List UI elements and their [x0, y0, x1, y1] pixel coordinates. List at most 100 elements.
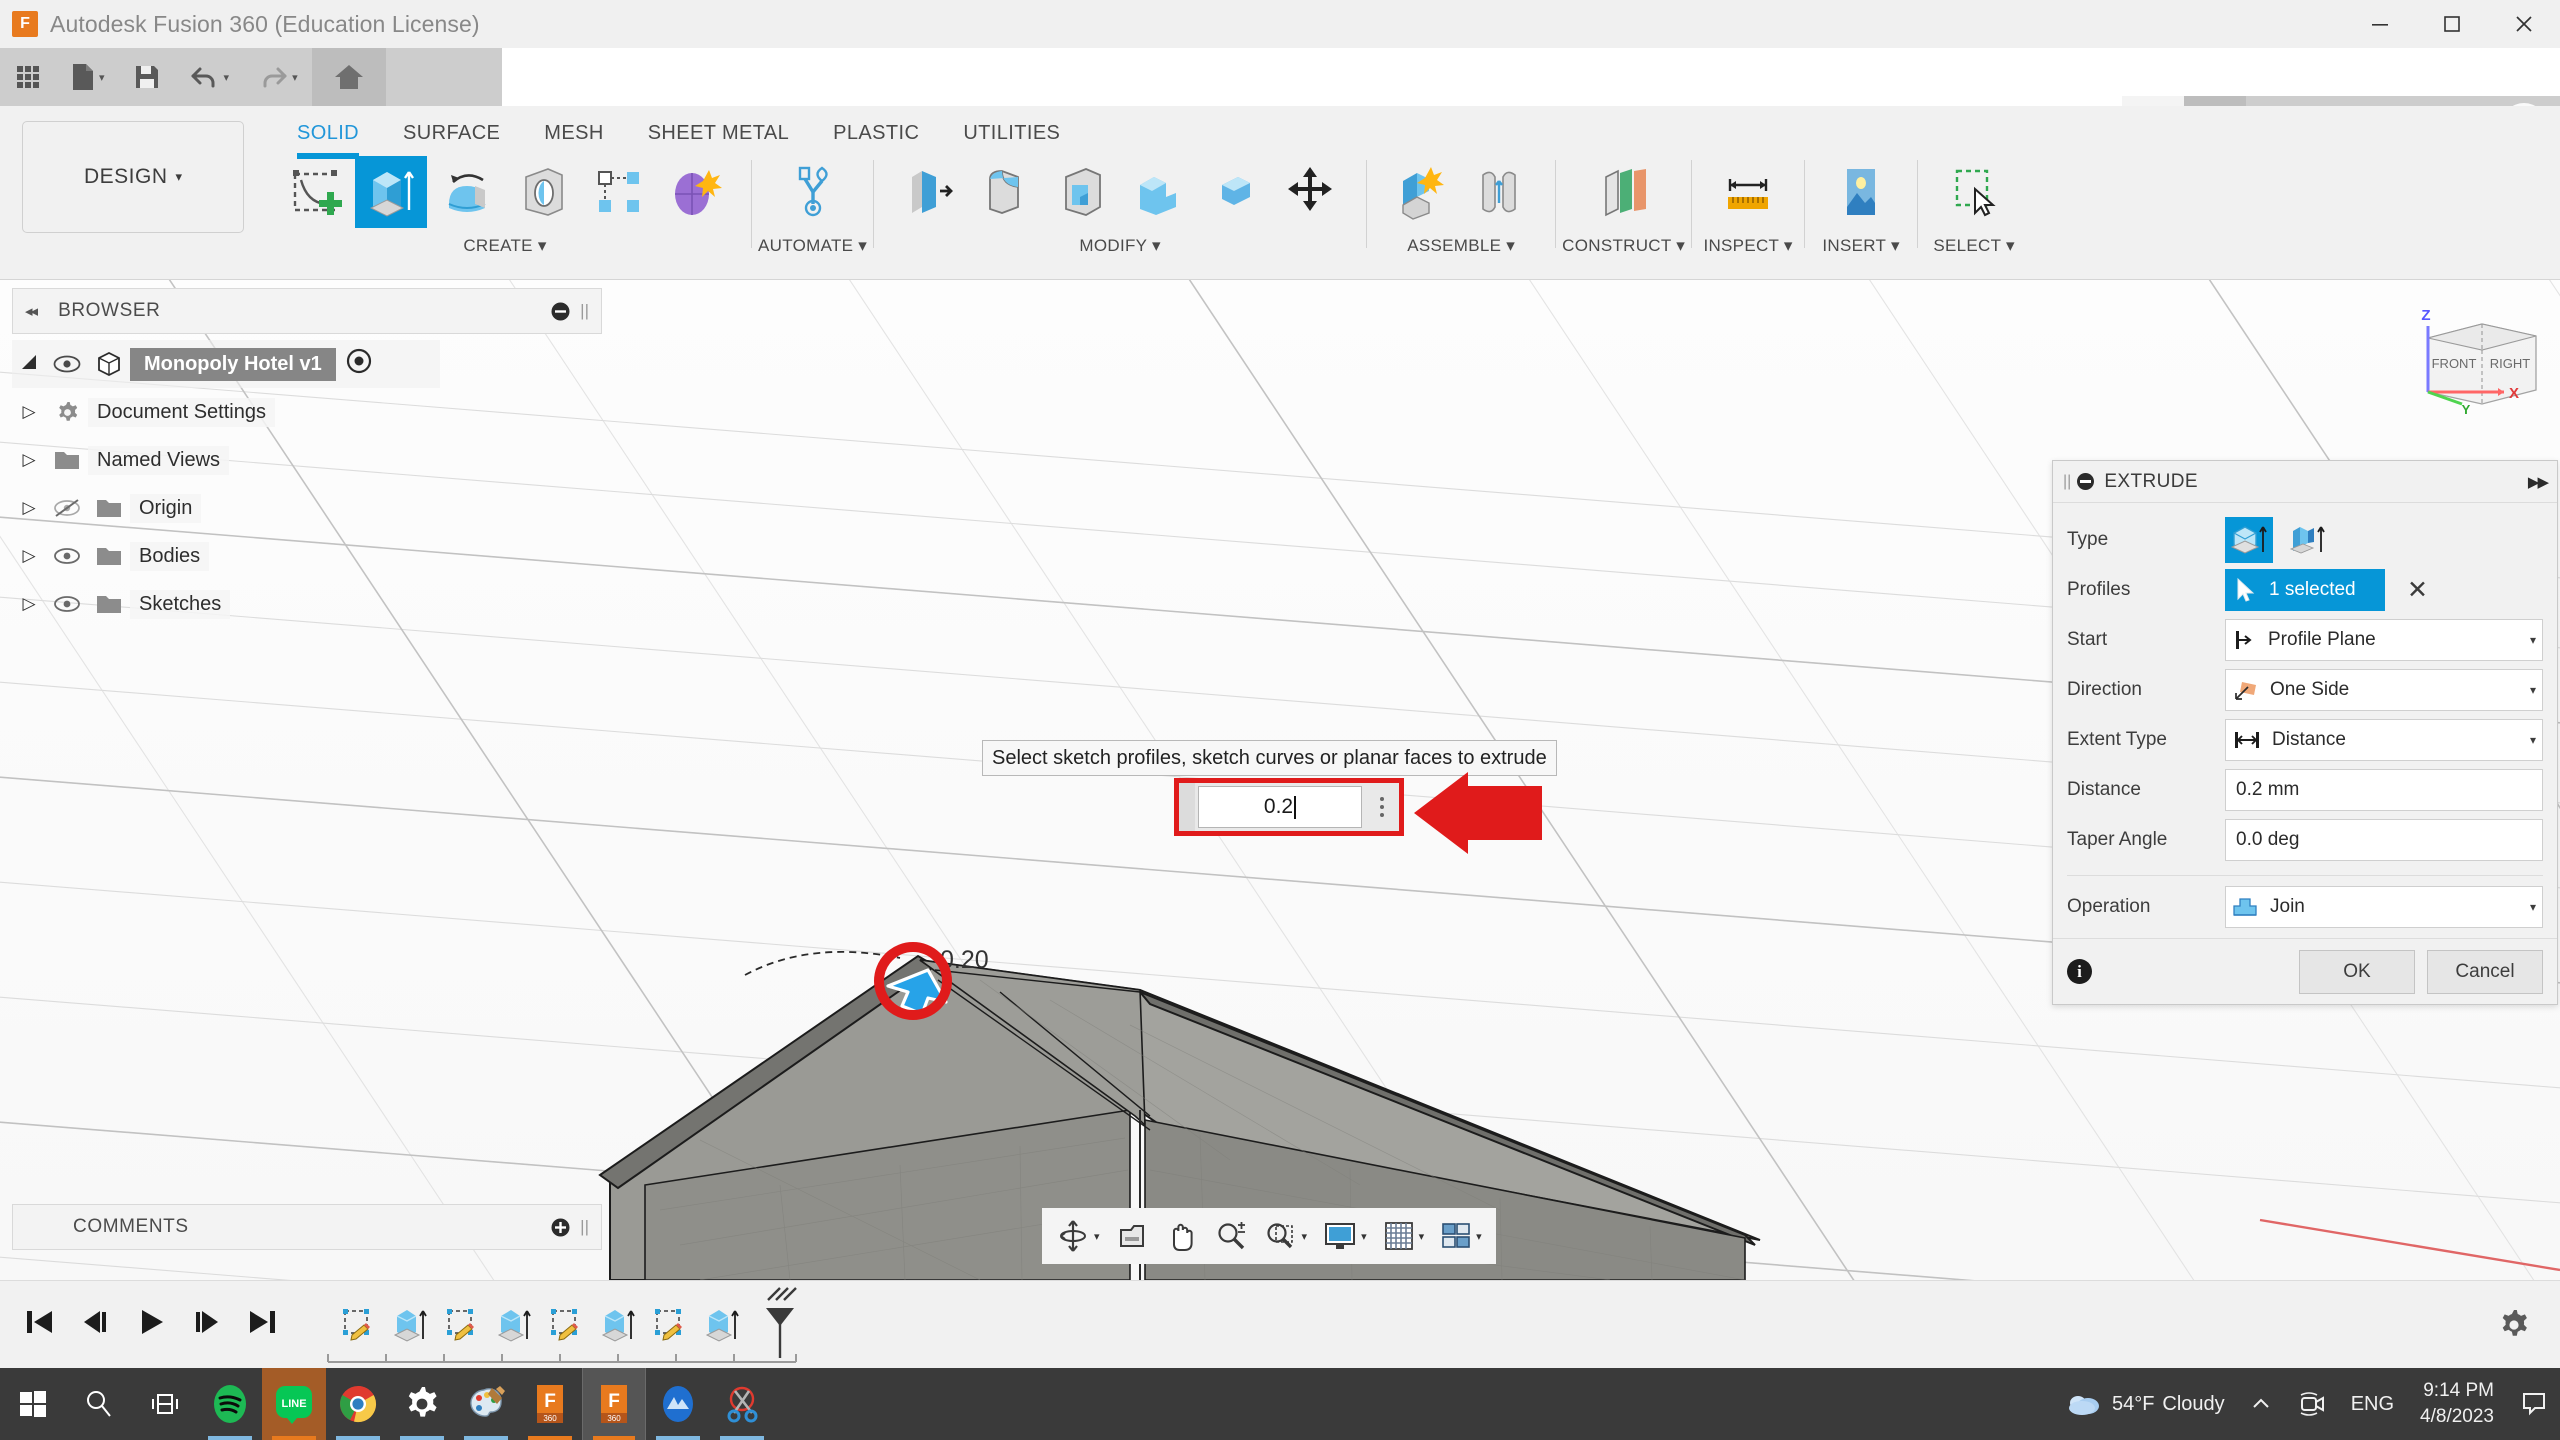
panel-select-label[interactable]: SELECT ▾ — [1933, 236, 2014, 256]
extent-type-dropdown[interactable]: Distance ▾ — [2225, 719, 2543, 761]
paint-icon[interactable] — [454, 1368, 518, 1440]
display-settings-button[interactable]: ▾ — [1315, 1208, 1375, 1264]
browser-resize-grip[interactable]: || — [580, 301, 589, 321]
tab-plastic[interactable]: PLASTIC — [811, 114, 941, 159]
expand-arrow-icon[interactable]: ▷ — [12, 402, 46, 422]
blue-app-icon[interactable] — [646, 1368, 710, 1440]
zoom-button[interactable] — [1206, 1208, 1256, 1264]
ok-button[interactable]: OK — [2299, 949, 2415, 994]
action-center-icon[interactable] — [2508, 1368, 2560, 1440]
visibility-eye-icon[interactable] — [46, 355, 88, 373]
undo-button[interactable]: ▾ — [175, 48, 244, 106]
step-back-icon[interactable] — [78, 1305, 112, 1344]
distance-field[interactable]: 0.2 mm — [2225, 769, 2543, 811]
zoom-window-caret-icon[interactable]: ▾ — [1302, 1230, 1308, 1243]
grid-snaps-button[interactable]: ▾ — [1375, 1208, 1433, 1264]
new-document-caret[interactable]: ▾ — [99, 71, 105, 84]
play-icon[interactable] — [134, 1305, 168, 1344]
start-caret-icon[interactable]: ▾ — [2530, 633, 2536, 647]
extrude-button[interactable] — [355, 156, 427, 228]
combine-button[interactable] — [1122, 156, 1194, 228]
orbit-button[interactable]: ▾ — [1048, 1208, 1108, 1264]
tree-item-root[interactable]: Monopoly Hotel v1 — [12, 340, 440, 388]
comments-add-icon[interactable] — [551, 1218, 570, 1237]
browser-minimize-icon[interactable] — [551, 302, 570, 321]
insert-image-button[interactable] — [1825, 156, 1897, 228]
create-sketch-button[interactable] — [279, 156, 351, 228]
info-icon[interactable]: i — [2067, 959, 2092, 984]
type-solid-button[interactable] — [2225, 517, 2273, 563]
tab-mesh[interactable]: MESH — [522, 114, 625, 159]
extrude-distance-input[interactable]: 0.2 — [1198, 786, 1362, 828]
revolve-button[interactable] — [431, 156, 503, 228]
pan-button[interactable] — [1158, 1208, 1206, 1264]
fusion360-icon[interactable]: F 360 — [518, 1368, 582, 1440]
grid-snaps-caret-icon[interactable]: ▾ — [1419, 1230, 1425, 1243]
timeline-settings-icon[interactable] — [2494, 1305, 2534, 1345]
operation-dropdown[interactable]: Join ▾ — [2225, 886, 2543, 928]
tree-item-document-settings[interactable]: ▷ Document Settings — [12, 388, 612, 436]
dialog-drag-grip[interactable]: || — [2063, 473, 2071, 491]
new-component-button[interactable] — [1387, 156, 1459, 228]
panel-construct-label[interactable]: CONSTRUCT ▾ — [1562, 236, 1685, 256]
look-at-button[interactable] — [1108, 1208, 1158, 1264]
panel-modify-label[interactable]: MODIFY ▾ — [1079, 236, 1160, 256]
language-indicator[interactable]: ENG — [2339, 1368, 2406, 1440]
fusion360-icon[interactable]: F 360 — [582, 1368, 646, 1440]
offset-plane-button[interactable] — [1588, 156, 1660, 228]
workspace-selector[interactable]: DESIGN ▾ — [22, 121, 244, 233]
panel-assemble-label[interactable]: ASSEMBLE ▾ — [1407, 236, 1515, 256]
timeline-item-sketch[interactable] — [644, 1298, 696, 1352]
skip-to-end-icon[interactable] — [246, 1305, 280, 1344]
panel-create-label[interactable]: CREATE ▾ — [463, 236, 546, 256]
display-settings-caret-icon[interactable]: ▾ — [1361, 1230, 1367, 1243]
search-icon[interactable] — [66, 1368, 132, 1440]
expand-arrow-icon[interactable]: ▷ — [12, 594, 46, 614]
select-button[interactable] — [1938, 156, 2010, 228]
tab-sheet-metal[interactable]: SHEET METAL — [626, 114, 811, 159]
panel-inspect-label[interactable]: INSPECT ▾ — [1703, 236, 1792, 256]
skip-to-start-icon[interactable] — [22, 1305, 56, 1344]
timeline-item-sketch[interactable] — [332, 1298, 384, 1352]
activate-component-icon[interactable] — [346, 348, 372, 380]
app-grid-icon[interactable] — [0, 48, 56, 106]
timeline-item-sketch[interactable] — [436, 1298, 488, 1352]
task-view-icon[interactable] — [132, 1368, 198, 1440]
comments-resize-grip[interactable]: || — [580, 1217, 589, 1237]
tree-item-named-views[interactable]: ▷ Named Views — [12, 436, 612, 484]
chrome-icon[interactable] — [326, 1368, 390, 1440]
shell-button[interactable] — [1046, 156, 1118, 228]
viewports-caret-icon[interactable]: ▾ — [1476, 1230, 1482, 1243]
timeline-item-extrude[interactable] — [488, 1298, 540, 1352]
tree-item-bodies[interactable]: ▷ Bodies — [12, 532, 612, 580]
extrude-distance-input-overlay[interactable]: 0.2 — [1174, 778, 1404, 836]
spotify-icon[interactable] — [198, 1368, 262, 1440]
step-forward-icon[interactable] — [190, 1305, 224, 1344]
weather-widget[interactable]: 54°F Cloudy — [2052, 1368, 2237, 1440]
press-pull-button[interactable] — [894, 156, 966, 228]
direction-dropdown[interactable]: One Side ▾ — [2225, 669, 2543, 711]
view-cube[interactable]: FRONT RIGHT Z X Y — [2406, 306, 2554, 418]
maximize-button[interactable] — [2416, 0, 2488, 48]
close-button[interactable] — [2488, 0, 2560, 48]
home-button[interactable] — [311, 48, 386, 106]
undo-caret[interactable]: ▾ — [224, 71, 230, 84]
profiles-clear-icon[interactable]: ✕ — [2407, 577, 2428, 603]
save-button[interactable] — [119, 48, 175, 106]
meet-now-icon[interactable] — [2285, 1368, 2339, 1440]
tray-expand-chevron-icon[interactable] — [2237, 1368, 2285, 1440]
pattern-button[interactable] — [583, 156, 655, 228]
automate-button[interactable] — [777, 156, 849, 228]
snipping-tool-icon[interactable] — [710, 1368, 774, 1440]
visibility-eye-off-icon[interactable] — [46, 498, 88, 518]
timeline-item-extrude[interactable] — [384, 1298, 436, 1352]
clock[interactable]: 9:14 PM 4/8/2023 — [2406, 1378, 2508, 1429]
tab-surface[interactable]: SURFACE — [381, 114, 522, 159]
extent-type-caret-icon[interactable]: ▾ — [2530, 733, 2536, 747]
extrude-dialog-header[interactable]: || EXTRUDE ▶▶ — [2053, 461, 2557, 503]
visibility-eye-icon[interactable] — [46, 595, 88, 613]
orbit-caret-icon[interactable]: ▾ — [1094, 1230, 1100, 1243]
align-button[interactable] — [1198, 156, 1270, 228]
browser-collapse-icon[interactable]: ◂◂ — [25, 302, 38, 320]
type-thin-button[interactable] — [2283, 517, 2331, 563]
